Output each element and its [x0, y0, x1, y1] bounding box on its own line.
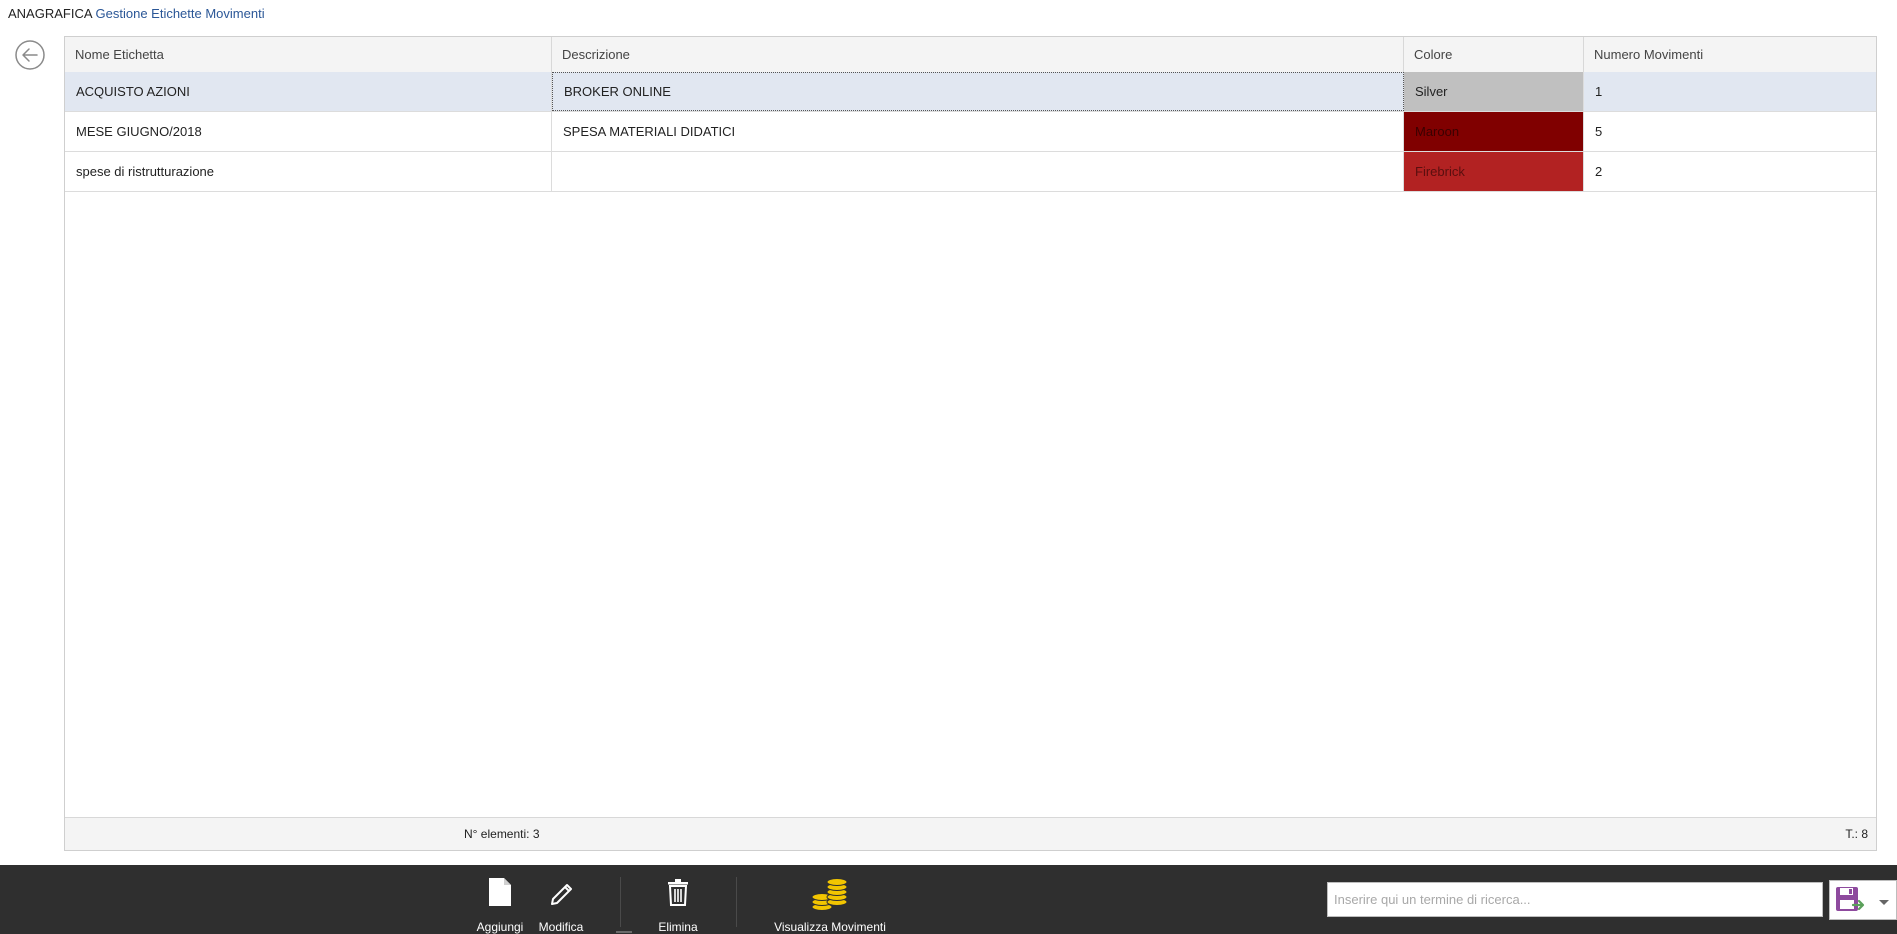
- add-button[interactable]: Aggiungi: [470, 865, 530, 934]
- cell-count[interactable]: 1: [1584, 72, 1878, 111]
- toolbar-separator: [620, 877, 621, 927]
- edit-label: Modifica: [538, 920, 584, 934]
- column-header-color[interactable]: Colore: [1404, 37, 1584, 72]
- column-header-count[interactable]: Numero Movimenti: [1584, 37, 1878, 72]
- cell-name[interactable]: MESE GIUGNO/2018: [65, 112, 552, 151]
- trash-icon: [666, 877, 690, 910]
- back-arrow-icon[interactable]: [14, 39, 46, 71]
- breadcrumb-current[interactable]: Gestione Etichette Movimenti: [96, 6, 265, 21]
- column-header-name[interactable]: Nome Etichetta: [65, 37, 552, 72]
- table-row[interactable]: spese di ristrutturazione Firebrick 2: [65, 152, 1876, 192]
- cell-count[interactable]: 5: [1584, 112, 1878, 151]
- cell-color[interactable]: Maroon: [1404, 112, 1584, 151]
- delete-label: Elimina: [658, 920, 698, 934]
- column-header-description[interactable]: Descrizione: [552, 37, 1404, 72]
- labels-grid: Nome Etichetta Descrizione Colore Numero…: [64, 36, 1877, 851]
- cell-name[interactable]: ACQUISTO AZIONI: [65, 72, 552, 111]
- breadcrumb: ANAGRAFICA Gestione Etichette Movimenti: [8, 6, 265, 21]
- cell-name[interactable]: spese di ristrutturazione: [65, 152, 552, 191]
- table-row[interactable]: MESE GIUGNO/2018 SPESA MATERIALI DIDATIC…: [65, 112, 1876, 152]
- add-label: Aggiungi: [476, 920, 524, 934]
- view-movements-label: Visualizza Movimenti: [774, 920, 886, 934]
- toolbar-focus-indicator: [616, 931, 632, 933]
- coins-icon: [810, 877, 850, 914]
- cell-count[interactable]: 2: [1584, 152, 1878, 191]
- cell-color[interactable]: Firebrick: [1404, 152, 1584, 191]
- cell-description[interactable]: BROKER ONLINE: [552, 72, 1404, 111]
- chevron-down-icon[interactable]: [1878, 896, 1890, 910]
- edit-button[interactable]: Modifica: [531, 865, 591, 934]
- save-export-button[interactable]: [1829, 880, 1897, 920]
- cell-color[interactable]: Silver: [1404, 72, 1584, 111]
- search-input[interactable]: [1327, 882, 1823, 917]
- view-movements-button[interactable]: Visualizza Movimenti: [765, 865, 895, 934]
- cell-description[interactable]: [552, 152, 1404, 191]
- grid-footer: N° elementi: 3 T.: 8: [65, 817, 1876, 850]
- total-label: T.: 8: [1845, 827, 1868, 841]
- pencil-icon: [547, 877, 575, 908]
- toolbar-separator: [736, 877, 737, 927]
- table-row[interactable]: ACQUISTO AZIONI BROKER ONLINE Silver 1: [65, 72, 1876, 112]
- items-count: N° elementi: 3: [464, 827, 540, 841]
- save-export-icon: [1835, 886, 1865, 917]
- delete-button[interactable]: Elimina: [648, 865, 708, 934]
- cell-description[interactable]: SPESA MATERIALI DIDATICI: [552, 112, 1404, 151]
- grid-header: Nome Etichetta Descrizione Colore Numero…: [65, 37, 1876, 73]
- new-document-icon: [487, 877, 513, 910]
- bottom-toolbar: Aggiungi Modifica Elimina Visualizza Mov…: [0, 865, 1897, 934]
- breadcrumb-root: ANAGRAFICA: [8, 6, 93, 21]
